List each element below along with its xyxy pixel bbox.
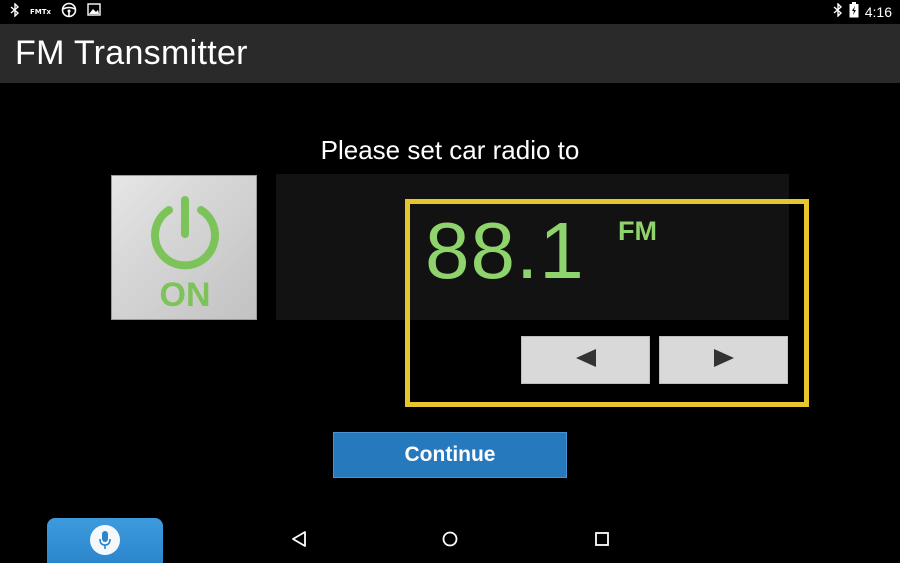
radio-prompt: Please set car radio to	[320, 135, 580, 165]
back-icon	[290, 530, 308, 553]
status-left-icons: FMTx	[10, 1, 101, 23]
nav-recents-button[interactable]	[591, 530, 613, 552]
nav-back-button[interactable]	[288, 530, 310, 552]
highlight-box	[405, 199, 809, 407]
status-bar: FMTx 4:16	[0, 0, 900, 24]
power-toggle-button[interactable]: ON	[111, 175, 257, 320]
status-clock: 4:16	[864, 4, 892, 20]
app-title: FM Transmitter	[15, 34, 248, 72]
bluetooth-icon	[10, 1, 20, 22]
voice-input-tab[interactable]	[47, 518, 163, 563]
bluetooth-icon	[833, 1, 843, 22]
home-icon	[441, 530, 459, 553]
steering-wheel-icon	[61, 2, 77, 23]
power-icon	[145, 194, 225, 279]
continue-button[interactable]: Continue	[333, 432, 567, 478]
battery-charging-icon	[849, 1, 859, 23]
fmtx-notification-icon: FMTx	[30, 8, 52, 16]
status-right-icons: 4:16	[833, 1, 892, 23]
power-state-label: ON	[159, 276, 211, 314]
nav-home-button[interactable]	[439, 530, 461, 552]
microphone-icon	[90, 525, 120, 555]
action-bar: FM Transmitter	[0, 24, 900, 83]
image-icon	[87, 3, 101, 21]
recents-icon	[593, 530, 611, 553]
